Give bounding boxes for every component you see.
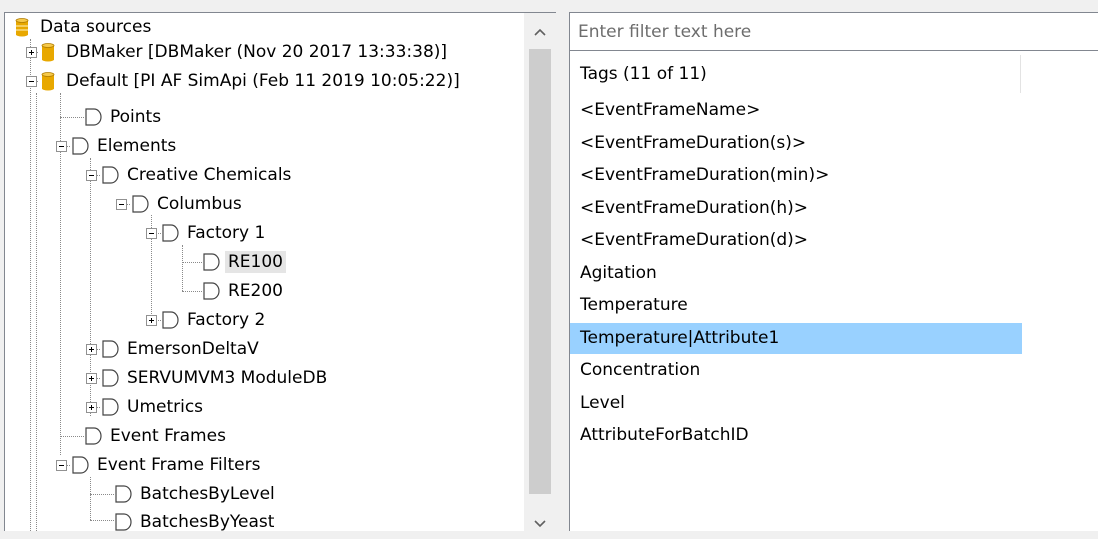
element-icon — [162, 224, 179, 242]
tag-list-item[interactable]: Temperature — [570, 290, 1022, 321]
data-sources-tree[interactable]: Data sources DBMaker [DBMaker (Nov 20 20… — [4, 12, 525, 532]
tree-node-label: Event Frame Filters — [97, 455, 261, 475]
tag-list-item[interactable]: <EventFrameDuration(h)> — [570, 193, 1022, 224]
element-icon — [102, 166, 119, 184]
tree-node-label: RE200 — [228, 281, 284, 301]
collapse-minus-icon[interactable] — [26, 76, 37, 87]
tag-list-item[interactable]: Level — [570, 388, 1022, 419]
tag-list-item[interactable]: Temperature|Attribute1 — [570, 322, 1022, 354]
tree-node-columbus[interactable]: Columbus — [131, 190, 245, 218]
tag-list-item[interactable]: <EventFrameName> — [570, 95, 1022, 126]
collapse-minus-icon[interactable] — [86, 170, 97, 181]
collapse-minus-icon[interactable] — [56, 141, 67, 152]
tree-node-label: EmersonDeltaV — [127, 339, 259, 359]
element-icon — [203, 253, 220, 271]
tree-node-elements[interactable]: Elements — [71, 132, 179, 160]
tree-node-event-frame-filters[interactable]: Event Frame Filters — [71, 451, 263, 479]
column-separator[interactable] — [1020, 55, 1021, 93]
tree-node-label: BatchesByLevel — [140, 484, 275, 504]
tags-pane: Tags (11 of 11) <EventFrameName><EventFr… — [569, 12, 1098, 531]
element-icon — [72, 456, 89, 474]
element-icon — [72, 137, 89, 155]
scrollbar-thumb[interactable] — [529, 49, 551, 494]
tree-node-label: Columbus — [157, 194, 242, 214]
database-icon — [15, 17, 29, 36]
element-icon — [102, 340, 119, 358]
database-icon — [41, 71, 55, 90]
expand-plus-icon[interactable] — [86, 402, 97, 413]
filter-input[interactable] — [570, 13, 1098, 51]
tree-node-label: Elements — [97, 136, 177, 156]
tree-node-event-frames[interactable]: Event Frames — [84, 422, 229, 450]
element-icon — [85, 427, 102, 445]
tree-node-servumvm3-moduledb[interactable]: SERVUMVM3 ModuleDB — [101, 364, 330, 392]
tree-node-label: Points — [110, 107, 162, 127]
element-icon — [162, 311, 179, 329]
tree-node-umetrics[interactable]: Umetrics — [101, 393, 206, 421]
expand-plus-icon[interactable] — [86, 373, 97, 384]
tree-node-factory-1[interactable]: Factory 1 — [161, 219, 268, 247]
tag-list-item[interactable]: <EventFrameDuration(min)> — [570, 160, 1022, 191]
tree-node-label: Default [PI AF SimApi (Feb 11 2019 10:05… — [66, 71, 460, 91]
tree-root-data-sources[interactable]: Data sources — [15, 13, 154, 41]
tree-node-default[interactable]: Default [PI AF SimApi (Feb 11 2019 10:05… — [41, 67, 463, 95]
database-icon — [41, 42, 55, 61]
tree-vertical-scrollbar[interactable] — [524, 12, 556, 531]
tree-node-label: Factory 1 — [187, 223, 266, 243]
tree-node-re200[interactable]: RE200 — [202, 277, 286, 305]
tag-list-item[interactable]: <EventFrameDuration(s)> — [570, 128, 1022, 159]
collapse-minus-icon[interactable] — [116, 199, 127, 210]
collapse-minus-icon[interactable] — [56, 460, 67, 471]
tag-list-item[interactable]: Agitation — [570, 258, 1022, 289]
tree-node-label: RE100 — [225, 251, 287, 273]
tag-list-item[interactable]: <EventFrameDuration(d)> — [570, 225, 1022, 256]
chevron-up-icon[interactable] — [524, 17, 556, 47]
tree-node-creative-chemicals[interactable]: Creative Chemicals — [101, 161, 294, 189]
tree-node-factory-2[interactable]: Factory 2 — [161, 306, 268, 334]
tree-node-dbmaker[interactable]: DBMaker [DBMaker (Nov 20 2017 13:33:38)] — [41, 38, 450, 66]
tree-node-batchesbyyeast[interactable]: BatchesByYeast — [114, 508, 277, 536]
tags-column-header[interactable]: Tags (11 of 11) — [580, 55, 707, 93]
chevron-down-icon[interactable] — [524, 509, 556, 539]
tree-node-label: Factory 2 — [187, 310, 266, 330]
tree-node-re100[interactable]: RE100 — [202, 248, 287, 276]
expand-plus-icon[interactable] — [146, 315, 157, 326]
tree-node-label: SERVUMVM3 ModuleDB — [127, 368, 328, 388]
tree-node-label: Creative Chemicals — [127, 165, 292, 185]
element-icon — [102, 398, 119, 416]
expand-plus-icon[interactable] — [86, 344, 97, 355]
tag-list-item[interactable]: AttributeForBatchID — [570, 420, 1022, 451]
element-icon — [132, 195, 149, 213]
tag-list-item[interactable]: Concentration — [570, 355, 1022, 386]
tree-node-label: Event Frames — [110, 426, 226, 446]
tree-node-batchesbylevel[interactable]: BatchesByLevel — [114, 480, 278, 508]
element-icon — [85, 108, 102, 126]
tree-node-emersondeltav[interactable]: EmersonDeltaV — [101, 335, 262, 363]
element-icon — [115, 513, 132, 531]
element-icon — [102, 369, 119, 387]
element-icon — [203, 282, 220, 300]
collapse-minus-icon[interactable] — [146, 228, 157, 239]
tree-node-label: DBMaker [DBMaker (Nov 20 2017 13:33:38)] — [66, 42, 448, 62]
tree-node-label: Umetrics — [127, 397, 204, 417]
expand-plus-icon[interactable] — [26, 47, 37, 58]
element-icon — [115, 485, 132, 503]
tree-root-label: Data sources — [40, 17, 152, 37]
tree-node-points[interactable]: Points — [84, 103, 164, 131]
